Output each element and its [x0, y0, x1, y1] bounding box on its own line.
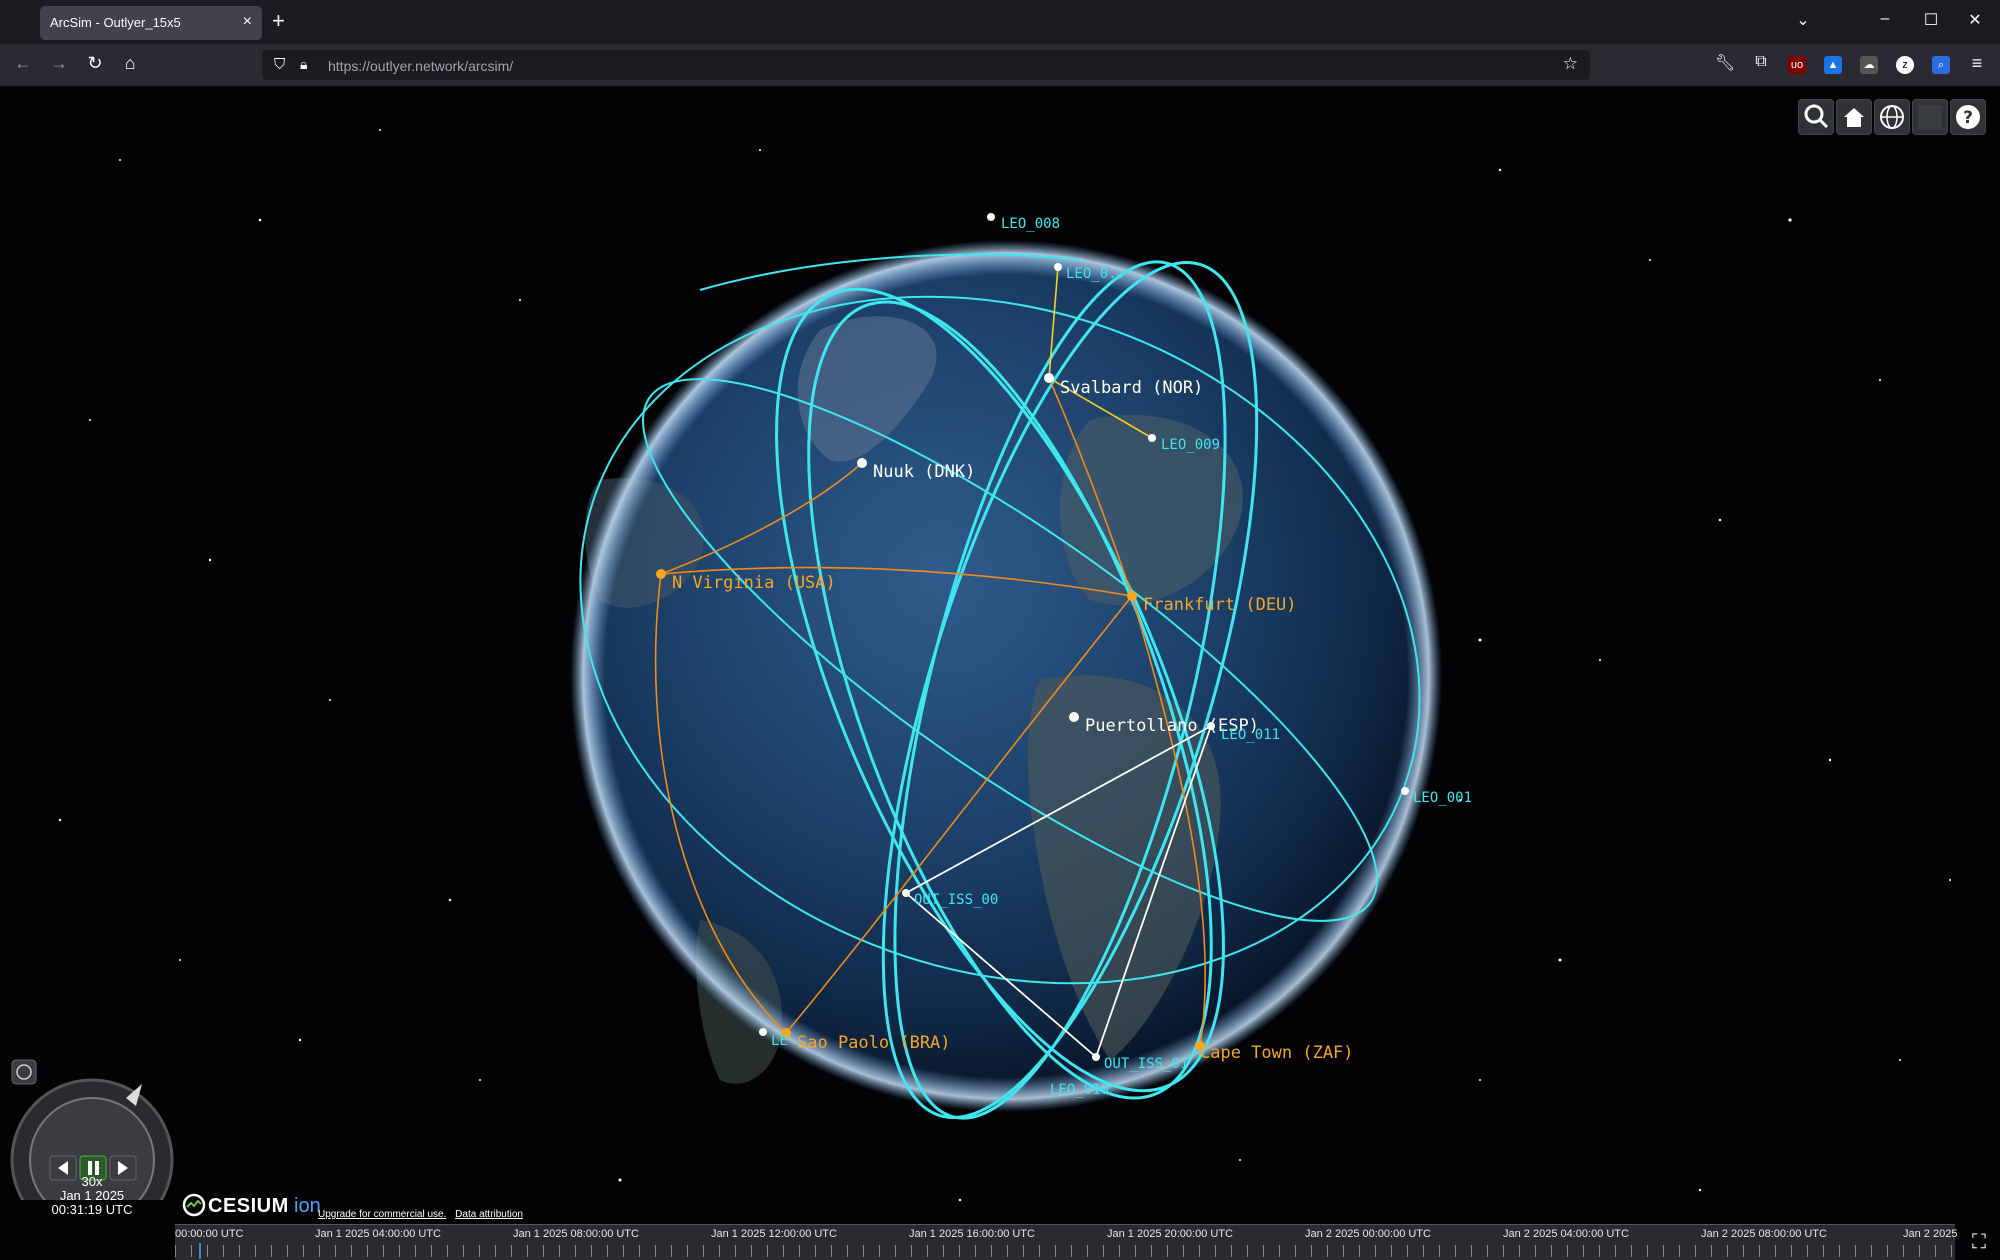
timeline-tick: Jan 1 2025 20:00:00 UTC: [1107, 1228, 1233, 1240]
search-extension-icon[interactable]: ⌕: [1932, 56, 1950, 74]
zotero-icon[interactable]: z: [1896, 56, 1914, 74]
minimize-icon[interactable]: –: [1870, 10, 1900, 28]
label-svalbard: Svalbard (NOR): [1060, 378, 1203, 398]
upgrade-link[interactable]: Upgrade for commercial use.: [318, 1209, 446, 1220]
timeline-tick: Jan 1 2025 08:00:00 UTC: [513, 1228, 639, 1240]
label-nuuk: Nuuk (DNK): [873, 462, 975, 482]
close-window-icon[interactable]: ✕: [1960, 10, 1990, 30]
search-icon: [1804, 104, 1829, 129]
animation-speed: 30x: [81, 1174, 103, 1189]
label-leo-009: LEO_009: [1161, 437, 1220, 453]
animation-time: 00:31:19 UTC: [51, 1202, 133, 1217]
attribution-link[interactable]: Data attribution: [455, 1209, 523, 1220]
timeline-tick: Jan 1 2025 12:00:00 UTC: [711, 1228, 837, 1240]
station-frankfurt[interactable]: [1127, 591, 1137, 601]
sat-out-iss-01[interactable]: [1092, 1053, 1100, 1061]
timeline-tick: Jan 2 2025 00:00:00 UTC: [1305, 1228, 1431, 1240]
sat-leo-008[interactable]: [987, 213, 995, 221]
atmosphere-glow: [570, 240, 1442, 1112]
label-leo-010: LEO_010: [1050, 1082, 1109, 1098]
browser-tab-bar: ArcSim - Outlyer_15x5 × + ⌄ – ☐ ✕: [0, 0, 2000, 44]
help-button[interactable]: ?: [1950, 99, 1986, 135]
home-view-button[interactable]: [1836, 99, 1872, 135]
label-cape-town: Cape Town (ZAF): [1200, 1043, 1354, 1063]
geocoder-search-button[interactable]: [1798, 99, 1834, 135]
sat-le[interactable]: [759, 1028, 767, 1036]
cesium-ion-text: ion: [294, 1195, 321, 1217]
extension-cloud-icon[interactable]: ☁: [1860, 56, 1878, 74]
menu-icon[interactable]: ≡: [1964, 53, 1990, 74]
tab-close-icon[interactable]: ×: [243, 13, 252, 31]
label-out-iss-01: OUT_ISS_01: [1104, 1056, 1188, 1072]
timeline-tick: Jan 1 2025 04:00:00 UTC: [315, 1228, 441, 1240]
label-n-virginia: N Virginia (USA): [672, 573, 836, 593]
label-leo-008: LEO_008: [1001, 216, 1060, 232]
timeline-needle[interactable]: [199, 1243, 201, 1259]
bookmark-star-icon[interactable]: ☆: [1563, 54, 1578, 74]
station-nuuk[interactable]: [857, 458, 867, 468]
scene-mode-button[interactable]: [1874, 99, 1910, 135]
timeline-tick: Jan 2 2025: [1903, 1228, 1958, 1240]
forward-icon[interactable]: →: [46, 53, 72, 74]
animation-readout: 30x Jan 1 2025 00:31:19 UTC: [30, 1175, 154, 1217]
fullscreen-icon[interactable]: ⛶: [1962, 1225, 1996, 1259]
back-icon[interactable]: ←: [10, 53, 36, 74]
label-leo-0xx: LEO_0..: [1066, 266, 1125, 282]
sat-leo-009[interactable]: [1148, 434, 1156, 442]
imagery-icon: [1918, 105, 1942, 129]
sat-leo-001[interactable]: [1401, 787, 1409, 795]
wrench-icon[interactable]: 🔧︎: [1712, 53, 1738, 73]
label-leo-011: LEO_011: [1221, 727, 1280, 743]
timeline-bar[interactable]: 00:00:00 UTC Jan 1 2025 04:00:00 UTC Jan…: [175, 1224, 1958, 1260]
reload-icon[interactable]: ↻: [82, 53, 108, 74]
timeline-tick: Jan 2 2025 08:00:00 UTC: [1701, 1228, 1827, 1240]
help-icon: ?: [1956, 105, 1980, 129]
url-bar[interactable]: ⛉ 🔒︎ https://outlyer.network/arcsim/ ☆: [262, 50, 1590, 80]
svg-text:?: ?: [1963, 108, 1973, 128]
new-tab-button[interactable]: +: [272, 8, 285, 34]
globe-scene[interactable]: Svalbard (NOR) Nuuk (DNK) Puertollano (E…: [0, 87, 2000, 1260]
station-n-virginia[interactable]: [656, 569, 666, 579]
ublock-icon[interactable]: uo: [1788, 56, 1806, 74]
browser-nav-bar: ← → ↻ ⌂ ⛉ 🔒︎ https://outlyer.network/arc…: [0, 44, 2000, 87]
label-le: LE: [771, 1033, 788, 1049]
browser-tab[interactable]: ArcSim - Outlyer_15x5 ×: [40, 6, 262, 40]
extensions-icon[interactable]: ⧉: [1748, 53, 1774, 71]
label-sao-paolo: Sao Paolo (BRA): [797, 1033, 951, 1053]
home-icon: [1844, 108, 1864, 127]
animation-date: Jan 1 2025: [59, 1188, 125, 1203]
extension-badge-icon[interactable]: ▲: [1824, 56, 1842, 74]
base-layer-picker-button[interactable]: [1912, 99, 1948, 135]
list-tabs-icon[interactable]: ⌄: [1788, 10, 1818, 30]
station-puertollano[interactable]: [1069, 712, 1079, 722]
credit-links: Upgrade for commercial use. Data attribu…: [318, 1209, 529, 1220]
timeline-tick: Jan 1 2025 16:00:00 UTC: [909, 1228, 1035, 1240]
cesium-logo-icon[interactable]: [182, 1193, 206, 1217]
sat-leo-0xx[interactable]: [1054, 263, 1062, 271]
shield-icon[interactable]: ⛉: [274, 56, 285, 73]
timeline-ticks-ruler: [175, 1245, 1955, 1257]
tab-title: ArcSim - Outlyer_15x5: [50, 15, 181, 30]
lock-icon[interactable]: 🔒︎: [300, 56, 307, 73]
timeline-tick: 00:00:00 UTC: [175, 1228, 244, 1240]
maximize-icon[interactable]: ☐: [1916, 10, 1946, 30]
cesium-logo-text: CESIUM: [208, 1195, 289, 1217]
timeline-tick: Jan 2 2025 04:00:00 UTC: [1503, 1228, 1629, 1240]
label-out-iss-00: OUT_ISS_00: [914, 892, 998, 908]
url-text: https://outlyer.network/arcsim/: [328, 58, 514, 74]
label-leo-001: LEO_001: [1413, 790, 1472, 806]
cesium-viewer[interactable]: Svalbard (NOR) Nuuk (DNK) Puertollano (E…: [0, 87, 2000, 1260]
sat-out-iss-00[interactable]: [902, 889, 910, 897]
home-icon[interactable]: ⌂: [117, 53, 143, 74]
globe-icon: [1880, 105, 1904, 129]
label-frankfurt: Frankfurt (DEU): [1143, 595, 1297, 615]
realtime-clock-icon[interactable]: [11, 1059, 37, 1085]
station-svalbard[interactable]: [1044, 373, 1054, 383]
